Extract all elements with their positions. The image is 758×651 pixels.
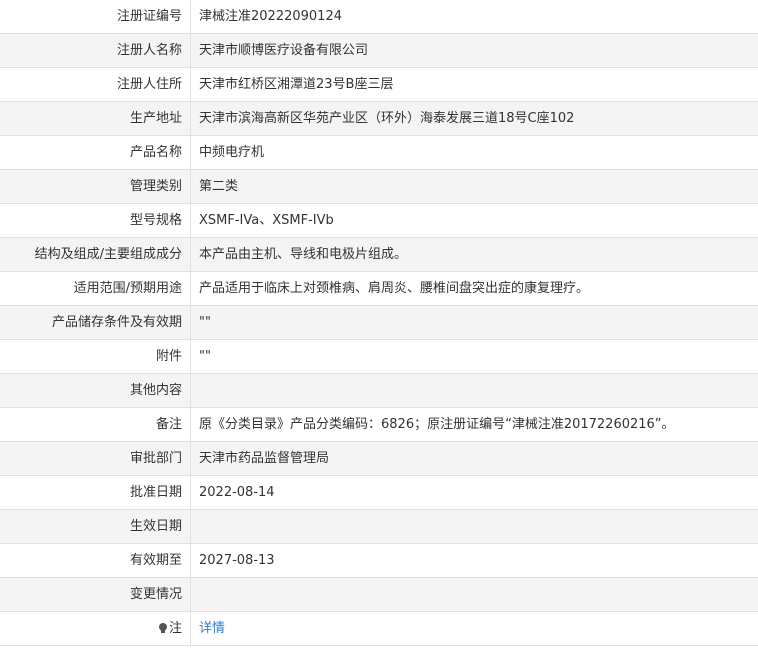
row-label: 生产地址 <box>0 101 191 136</box>
table-row: 适用范围/预期用途 产品适用于临床上对颈椎病、肩周炎、腰椎间盘突出症的康复理疗。 <box>0 271 758 306</box>
table-row: 注册人名称 天津市顺博医疗设备有限公司 <box>0 33 758 68</box>
lightbulb-icon <box>158 623 167 633</box>
table-row: 产品储存条件及有效期 "" <box>0 305 758 340</box>
row-value: 原《分类目录》产品分类编码：6826；原注册证编号“津械注准2017226021… <box>190 407 758 442</box>
table-row: 注册人住所 天津市红桥区湘潭道23号B座三层 <box>0 67 758 102</box>
row-value <box>190 373 758 408</box>
row-value: 天津市顺博医疗设备有限公司 <box>190 33 758 68</box>
row-label: 备注 <box>0 407 191 442</box>
table-row: 审批部门 天津市药品监督管理局 <box>0 441 758 476</box>
registration-detail-table: 注册证编号 津械注准20222090124 注册人名称 天津市顺博医疗设备有限公… <box>0 0 758 646</box>
row-value: XSMF-IVa、XSMF-IVb <box>190 203 758 238</box>
row-label: 结构及组成/主要组成成分 <box>0 237 191 272</box>
table-row: 产品名称 中频电疗机 <box>0 135 758 170</box>
row-label: 产品储存条件及有效期 <box>0 305 191 340</box>
row-value: 天津市药品监督管理局 <box>190 441 758 476</box>
table-row: 附件 "" <box>0 339 758 374</box>
row-value: 天津市红桥区湘潭道23号B座三层 <box>190 67 758 102</box>
row-label: 有效期至 <box>0 543 191 578</box>
row-label: 附件 <box>0 339 191 374</box>
row-label: 管理类别 <box>0 169 191 204</box>
table-row: 注册证编号 津械注准20222090124 <box>0 0 758 34</box>
table-row: 生效日期 <box>0 509 758 544</box>
table-row: 生产地址 天津市滨海高新区华苑产业区（环外）海泰发展三道18号C座102 <box>0 101 758 136</box>
row-value: 2022-08-14 <box>190 475 758 510</box>
table-row: 有效期至 2027-08-13 <box>0 543 758 578</box>
row-value: "" <box>190 305 758 340</box>
table-row: 其他内容 <box>0 373 758 408</box>
table-row: 批准日期 2022-08-14 <box>0 475 758 510</box>
table-row: 结构及组成/主要组成成分 本产品由主机、导线和电极片组成。 <box>0 237 758 272</box>
row-value: 产品适用于临床上对颈椎病、肩周炎、腰椎间盘突出症的康复理疗。 <box>190 271 758 306</box>
row-label: 变更情况 <box>0 577 191 612</box>
row-value: "" <box>190 339 758 374</box>
table-row: 管理类别 第二类 <box>0 169 758 204</box>
row-value: 第二类 <box>190 169 758 204</box>
table-row: 变更情况 <box>0 577 758 612</box>
note-label-cell: 注 <box>0 611 191 646</box>
details-link[interactable]: 详情 <box>199 621 225 636</box>
row-value: 津械注准20222090124 <box>190 0 758 34</box>
row-label: 注册人住所 <box>0 67 191 102</box>
row-value <box>190 577 758 612</box>
row-label: 适用范围/预期用途 <box>0 271 191 306</box>
row-value: 2027-08-13 <box>190 543 758 578</box>
row-label: 注册人名称 <box>0 33 191 68</box>
row-label: 批准日期 <box>0 475 191 510</box>
row-label: 产品名称 <box>0 135 191 170</box>
row-label: 注册证编号 <box>0 0 191 34</box>
row-label: 生效日期 <box>0 509 191 544</box>
row-value: 天津市滨海高新区华苑产业区（环外）海泰发展三道18号C座102 <box>190 101 758 136</box>
note-label: 注 <box>168 621 182 636</box>
row-label: 型号规格 <box>0 203 191 238</box>
row-label: 审批部门 <box>0 441 191 476</box>
table-row: 备注 原《分类目录》产品分类编码：6826；原注册证编号“津械注准2017226… <box>0 407 758 442</box>
row-label: 其他内容 <box>0 373 191 408</box>
note-row: 注 详情 <box>0 611 758 646</box>
row-value: 本产品由主机、导线和电极片组成。 <box>190 237 758 272</box>
row-value <box>190 509 758 544</box>
note-value-cell: 详情 <box>190 611 758 646</box>
row-value: 中频电疗机 <box>190 135 758 170</box>
table-row: 型号规格 XSMF-IVa、XSMF-IVb <box>0 203 758 238</box>
